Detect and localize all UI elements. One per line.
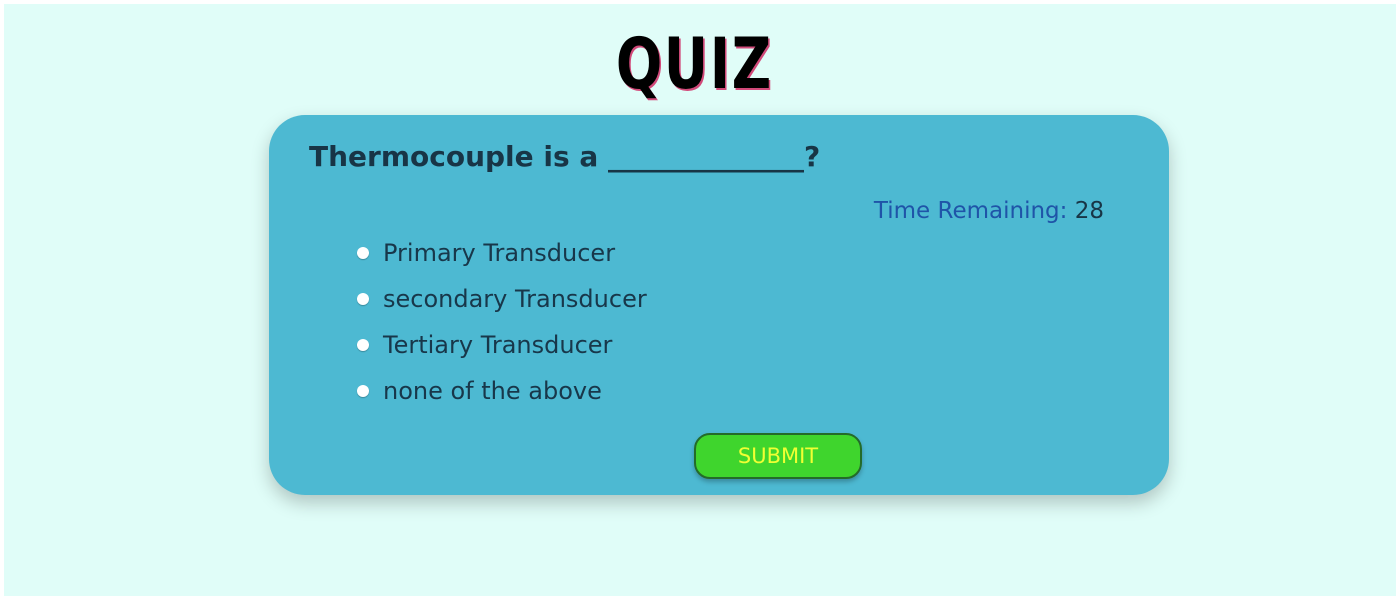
quiz-page: QUIZ Thermocouple is a ______________? T… [4, 4, 1396, 596]
answer-option[interactable]: secondary Transducer [357, 276, 957, 322]
answer-option-label: Tertiary Transducer [383, 331, 613, 359]
page-title: QUIZ [615, 23, 773, 105]
radio-button[interactable] [357, 385, 369, 397]
radio-button[interactable] [357, 339, 369, 351]
answer-option[interactable]: Primary Transducer [357, 230, 957, 276]
time-remaining-value: 28 [1074, 198, 1104, 224]
radio-button[interactable] [357, 247, 369, 259]
time-remaining: Time Remaining: 28 [874, 198, 1104, 224]
answer-option[interactable]: Tertiary Transducer [357, 322, 957, 368]
answer-option-label: none of the above [383, 377, 602, 405]
answer-options: Primary Transducer secondary Transducer … [357, 230, 957, 414]
time-remaining-label: Time Remaining: [873, 198, 1068, 224]
answer-option[interactable]: none of the above [357, 368, 957, 414]
radio-button[interactable] [357, 293, 369, 305]
quiz-card: Thermocouple is a ______________? Time R… [269, 115, 1169, 495]
answer-option-label: secondary Transducer [383, 285, 647, 313]
question-text: Thermocouple is a ______________? [309, 140, 821, 173]
submit-button[interactable]: SUBMIT [694, 433, 862, 479]
answer-option-label: Primary Transducer [383, 239, 616, 267]
